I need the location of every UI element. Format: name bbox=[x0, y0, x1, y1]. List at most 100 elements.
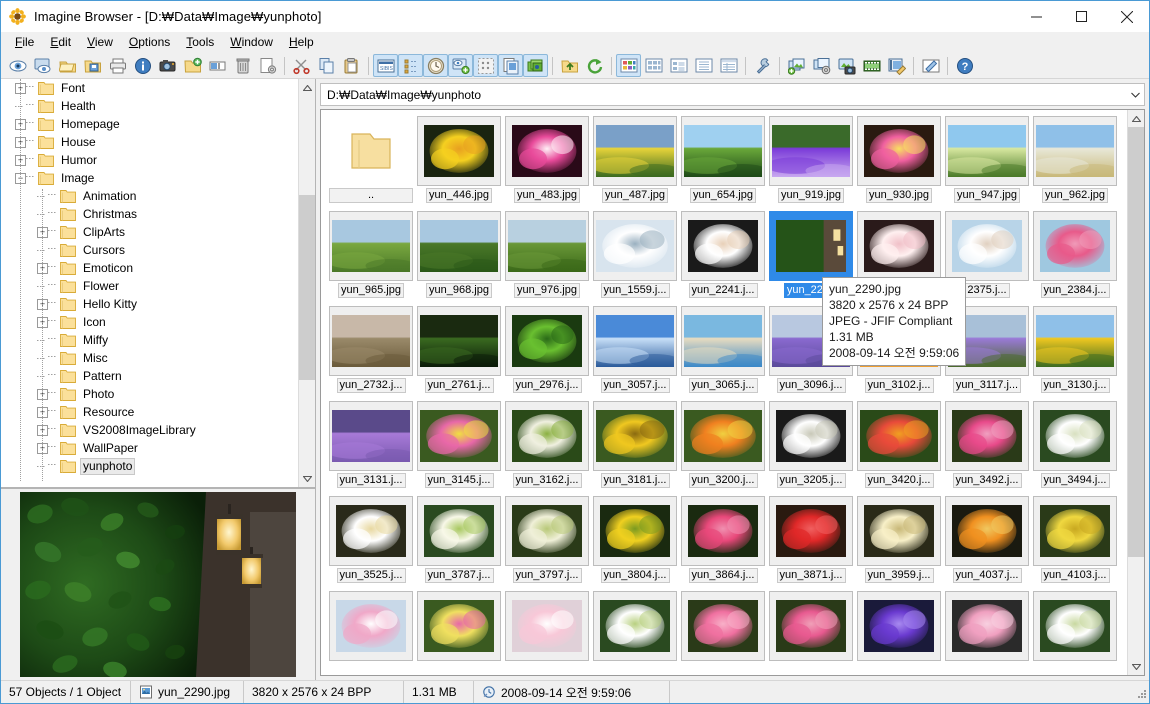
minimize-button[interactable] bbox=[1014, 1, 1059, 32]
thumbnail-image-yun_2290[interactable] bbox=[769, 211, 853, 281]
tree-scrollbar[interactable] bbox=[298, 79, 315, 487]
tree-item-font[interactable]: + Font bbox=[1, 79, 315, 97]
thumbnail-image-yun_976[interactable] bbox=[505, 211, 589, 281]
slideshow-icon[interactable]: SIBIS bbox=[373, 54, 398, 77]
tree-item-homepage[interactable]: + Homepage bbox=[1, 115, 315, 133]
menu-file[interactable]: File bbox=[7, 33, 42, 52]
add-images-icon[interactable] bbox=[784, 54, 809, 77]
capture-icon[interactable] bbox=[155, 54, 180, 77]
chevron-down-icon[interactable] bbox=[1127, 92, 1144, 98]
tree-item-pattern[interactable]: Pattern bbox=[1, 367, 315, 385]
thumbnail-image-yun_4222[interactable] bbox=[505, 591, 589, 661]
thumbnail-image-yun_2367[interactable] bbox=[857, 211, 941, 281]
tree-item-cursors[interactable]: Cursors bbox=[1, 241, 315, 259]
view-image-icon[interactable] bbox=[5, 54, 30, 77]
thumbnail-item[interactable]: yun_965.jpg bbox=[327, 211, 415, 298]
thumbnail-image-yun_4210[interactable] bbox=[417, 591, 501, 661]
thumbs-scroll-up-icon[interactable] bbox=[1128, 110, 1144, 127]
thumbnail-item[interactable]: yun_3181.j... bbox=[591, 401, 679, 488]
maximize-button[interactable] bbox=[1059, 1, 1104, 32]
thumbnail-image-yun_919[interactable] bbox=[769, 116, 853, 186]
thumbnail-item[interactable]: yun_3057.j... bbox=[591, 306, 679, 393]
thumbnail-image-yun_3494[interactable] bbox=[1033, 401, 1117, 471]
thumbnail-image-yun_3057[interactable] bbox=[593, 306, 677, 376]
thumbnail-image-yun_3787[interactable] bbox=[417, 496, 501, 566]
thumbnail-image-yun_3130[interactable] bbox=[1033, 306, 1117, 376]
tree-item-resource[interactable]: + Resource bbox=[1, 403, 315, 421]
thumbnail-image-yun_4245[interactable] bbox=[681, 591, 765, 661]
thumbnail-image-yun_3420[interactable] bbox=[857, 401, 941, 471]
thumbs-scroll-thumb[interactable] bbox=[1128, 127, 1144, 557]
print-icon[interactable] bbox=[105, 54, 130, 77]
tree-scroll-thumb[interactable] bbox=[299, 195, 315, 380]
thumbnail-image-yun_483[interactable] bbox=[505, 116, 589, 186]
thumbnail-item[interactable] bbox=[679, 591, 767, 675]
thumbnail-grid[interactable]: .. yun_446.jpg yun_483.jpg yun_487.jpg yun_6… bbox=[321, 110, 1127, 675]
preview-icon[interactable] bbox=[448, 54, 473, 77]
thumbnail-item[interactable]: yun_4103.j... bbox=[1031, 496, 1119, 583]
thumbnail-item[interactable]: yun_2976.j... bbox=[503, 306, 591, 393]
thumbnail-image-yun_2375[interactable] bbox=[945, 211, 1029, 281]
thumbnail-image-yun_3525[interactable] bbox=[329, 496, 413, 566]
edit-animation-icon[interactable] bbox=[884, 54, 909, 77]
thumbnail-image-yun_446[interactable] bbox=[417, 116, 501, 186]
thumbnail-image-yun_3131[interactable] bbox=[329, 401, 413, 471]
thumbnail-item[interactable] bbox=[855, 591, 943, 675]
thumbnail-item[interactable]: yun_654.jpg bbox=[679, 116, 767, 203]
thumbnail-item[interactable]: yun_3871.j... bbox=[767, 496, 855, 583]
thumbnail-item[interactable] bbox=[767, 591, 855, 675]
view-tiles-icon[interactable] bbox=[641, 54, 666, 77]
thumbnail-item[interactable]: yun_3065.j... bbox=[679, 306, 767, 393]
thumbnail-item[interactable]: yun_487.jpg bbox=[591, 116, 679, 203]
thumbnail-item[interactable]: yun_2732.j... bbox=[327, 306, 415, 393]
view-details-icon[interactable] bbox=[716, 54, 741, 77]
animation-icon[interactable] bbox=[859, 54, 884, 77]
menu-view[interactable]: View bbox=[79, 33, 121, 52]
thumbnail-view[interactable]: .. yun_446.jpg yun_483.jpg yun_487.jpg yun_6… bbox=[320, 109, 1145, 676]
tree-item-misc[interactable]: Misc bbox=[1, 349, 315, 367]
rename-icon[interactable] bbox=[205, 54, 230, 77]
thumbnail-image-yun_4103[interactable] bbox=[1033, 496, 1117, 566]
tree-item-miffy[interactable]: Miffy bbox=[1, 331, 315, 349]
thumbnail-item[interactable]: yun_3959.j... bbox=[855, 496, 943, 583]
thumbnail-item[interactable]: yun_3525.j... bbox=[327, 496, 415, 583]
thumbnail-image-yun_3864[interactable] bbox=[681, 496, 765, 566]
thumbnail-image-yun_3797[interactable] bbox=[505, 496, 589, 566]
tree-item-health[interactable]: Health bbox=[1, 97, 315, 115]
tree-item-cliparts[interactable]: + ClipArts bbox=[1, 223, 315, 241]
refresh-icon[interactable] bbox=[582, 54, 607, 77]
thumbnail-item[interactable]: yun_4037.j... bbox=[943, 496, 1031, 583]
thumbnail-item[interactable]: yun_3131.j... bbox=[327, 401, 415, 488]
thumbnail-item[interactable]: yun_3130.j... bbox=[1031, 306, 1119, 393]
tree-item-christmas[interactable]: Christmas bbox=[1, 205, 315, 223]
tree-item-flower[interactable]: Flower bbox=[1, 277, 315, 295]
settings-wrench-icon[interactable] bbox=[750, 54, 775, 77]
thumbnail-item[interactable] bbox=[503, 591, 591, 675]
tree-item-icon[interactable]: + Icon bbox=[1, 313, 315, 331]
tree-item-yunphoto[interactable]: yunphoto bbox=[1, 457, 315, 475]
thumbnail-item[interactable]: yun_3797.j... bbox=[503, 496, 591, 583]
thumbnail-image-yun_3804[interactable] bbox=[593, 496, 677, 566]
thumbnail-image-yun_4037[interactable] bbox=[945, 496, 1029, 566]
screen-capture-icon[interactable] bbox=[834, 54, 859, 77]
tree-item-image[interactable]: − Image bbox=[1, 169, 315, 187]
thumbnail-image-yun_962[interactable] bbox=[1033, 116, 1117, 186]
thumbnail-item[interactable]: yun_2384.j... bbox=[1031, 211, 1119, 298]
thumbnail-image-yun_2241[interactable] bbox=[681, 211, 765, 281]
thumbnail-item[interactable]: yun_2241.j... bbox=[679, 211, 767, 298]
thumbnail-image-yun_3200[interactable] bbox=[681, 401, 765, 471]
thumbnail-item[interactable]: yun_947.jpg bbox=[943, 116, 1031, 203]
timer-icon[interactable] bbox=[423, 54, 448, 77]
thumbnail-image-yun_2761[interactable] bbox=[417, 306, 501, 376]
thumbnail-item[interactable]: yun_3492.j... bbox=[943, 401, 1031, 488]
thumbnail-item[interactable]: yun_976.jpg bbox=[503, 211, 591, 298]
thumbnail-image-yun_930[interactable] bbox=[857, 116, 941, 186]
resize-grip[interactable] bbox=[1133, 687, 1147, 701]
thumbnail-item[interactable]: yun_968.jpg bbox=[415, 211, 503, 298]
paste-icon[interactable] bbox=[339, 54, 364, 77]
folder-tree[interactable]: + Font Health + Homepage + House + Humor − Image An… bbox=[1, 79, 315, 487]
thumbnail-item[interactable]: yun_3494.j... bbox=[1031, 401, 1119, 488]
convert-images-icon[interactable] bbox=[809, 54, 834, 77]
thumbnail-item[interactable]: yun_962.jpg bbox=[1031, 116, 1119, 203]
menu-edit[interactable]: Edit bbox=[42, 33, 79, 52]
